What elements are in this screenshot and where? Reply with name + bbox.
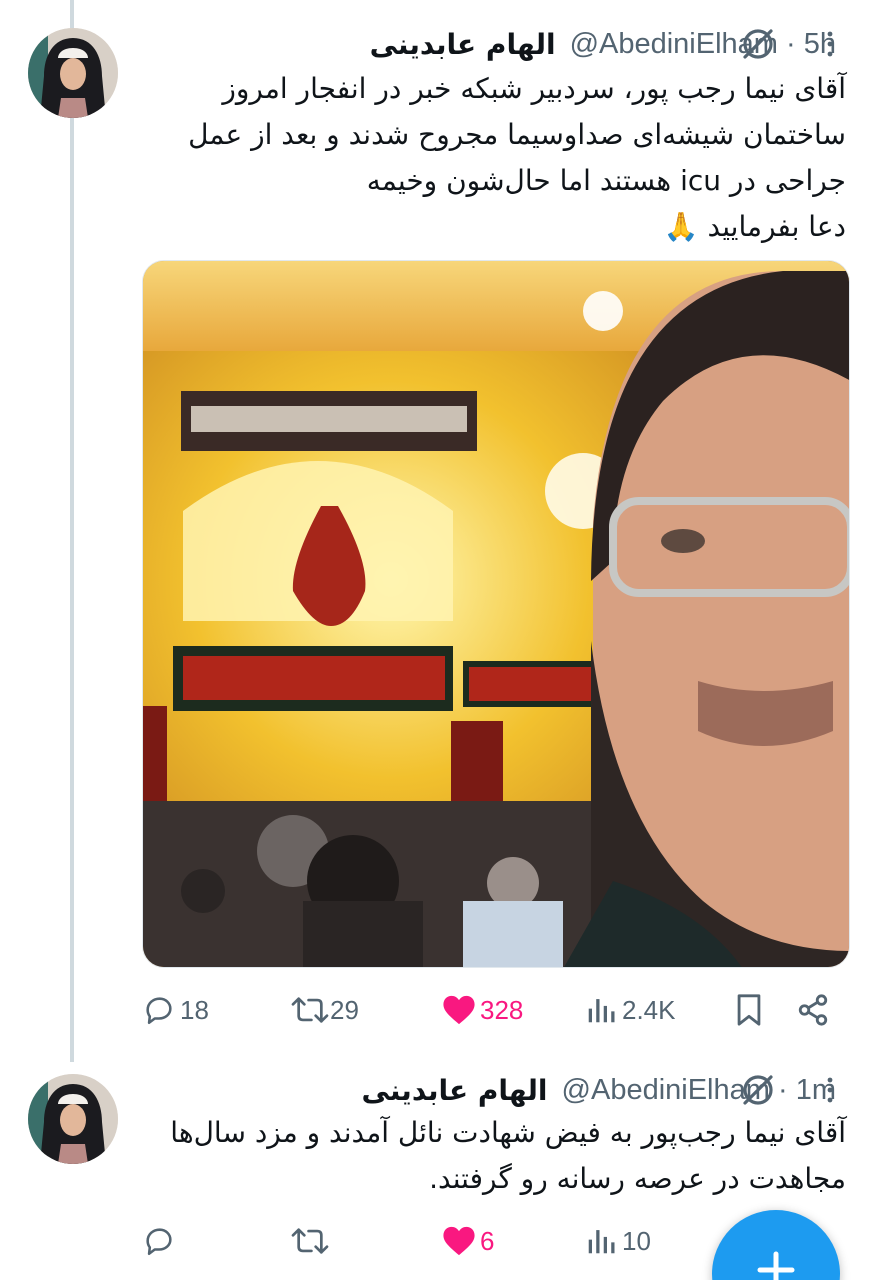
tweet-text-line: آقای نیما رجب‌پور به فیض شهادت نائل آمدن… — [170, 1116, 846, 1149]
retweet-icon — [291, 1228, 329, 1254]
like-button[interactable]: 328 — [442, 985, 523, 1035]
like-count: 6 — [480, 1225, 495, 1256]
reply-icon — [146, 997, 172, 1025]
heart-icon — [443, 995, 475, 1025]
reply-count: 18 — [180, 994, 209, 1025]
like-count: 328 — [480, 994, 524, 1025]
tweet[interactable]: 5h · @AbediniElham الهام عابدینی آقای نی… — [0, 0, 876, 1060]
tweet-actions: 18 29 328 2.4K — [140, 985, 840, 1035]
reply-icon — [146, 1228, 172, 1256]
avatar[interactable] — [28, 28, 118, 118]
bookmark-icon — [737, 994, 761, 1026]
view-count: 10 — [622, 1225, 651, 1256]
tweet-text: آقای نیما رجب پور، سردبیر شبکه خبر در ان… — [126, 66, 846, 250]
analytics-icon — [588, 999, 615, 1023]
retweet-button[interactable]: 29 — [290, 985, 359, 1035]
display-name[interactable]: الهام عابدینی — [362, 1074, 548, 1107]
more-options-icon[interactable] — [818, 24, 842, 64]
grok-icon[interactable] — [738, 1070, 778, 1110]
views-button[interactable]: 2.4K — [586, 985, 676, 1035]
tweet-media-photo[interactable] — [142, 260, 850, 968]
views-button[interactable]: 10 — [586, 1216, 651, 1266]
retweet-button[interactable] — [290, 1216, 330, 1266]
avatar[interactable] — [28, 1074, 118, 1164]
view-count: 2.4K — [622, 994, 676, 1025]
tweet-text-line: ساختمان شیشه‌ای صداوسیما مجروح شدند و بع… — [188, 118, 846, 151]
display-name[interactable]: الهام عابدینی — [370, 28, 556, 61]
tweet-text-line: جراحی در icu هستند اما حال‌شون وخیمه — [366, 164, 846, 197]
like-button[interactable]: 6 — [442, 1216, 494, 1266]
reply-button[interactable]: 18 — [142, 985, 209, 1035]
retweet-icon — [291, 997, 329, 1023]
tweet-text-line: دعا بفرمایید 🙏 — [663, 210, 846, 243]
analytics-icon — [588, 1230, 615, 1254]
retweet-count: 29 — [330, 994, 359, 1025]
plus-icon — [756, 1250, 796, 1280]
tweet-text: آقای نیما رجب‌پور به فیض شهادت نائل آمدن… — [126, 1110, 846, 1202]
tweet-text-line: آقای نیما رجب پور، سردبیر شبکه خبر در ان… — [222, 72, 846, 105]
dot-separator: · — [777, 27, 804, 60]
share-icon — [798, 994, 828, 1026]
bookmark-button[interactable] — [734, 985, 764, 1035]
heart-icon — [443, 1226, 475, 1256]
more-options-icon[interactable] — [818, 1070, 842, 1110]
share-button[interactable] — [796, 985, 830, 1035]
grok-icon[interactable] — [738, 24, 778, 64]
reply-button[interactable] — [142, 1216, 176, 1266]
tweet-text-line: مجاهدت در عرصه رسانه رو گرفتند. — [429, 1162, 846, 1195]
